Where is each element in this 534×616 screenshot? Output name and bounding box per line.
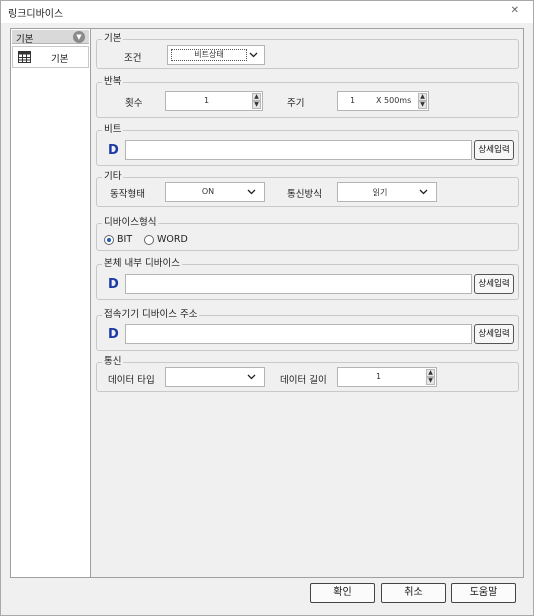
internal-detail-button[interactable]: 상세입력 [474,274,514,294]
count-field[interactable]: 1 ▲ ▼ [165,91,263,111]
bit-radio[interactable] [104,235,114,245]
bit-group: 비트 D 상세입력 [96,124,519,166]
data-length-label: 데이터 길이 [280,375,327,386]
settings-panel: 기본 조건 비트상태 반복 횟수 1 ▲ ▼ 주기 1 X 500ms ▲ ▼ … [90,28,524,578]
communication-legend: 통신 [102,356,124,368]
window-title: 링크디바이스 [8,9,64,20]
data-length-field[interactable]: 1 ▲ ▼ [337,367,437,387]
connected-device-input[interactable] [125,324,472,344]
close-icon[interactable]: ✕ [511,5,519,16]
internal-device-prefix: D [108,277,119,292]
link-device-dialog: 링크디바이스 ✕ 기본 ▼ 기본 기본 조건 비트상태 반복 횟수 1 ▲ ▼ … [0,0,534,616]
condition-select[interactable]: 비트상태 [167,45,265,65]
data-length-spinner[interactable]: ▲ ▼ [426,369,435,385]
data-type-select[interactable] [165,367,265,387]
bit-device-prefix: D [108,143,119,158]
spin-up-icon[interactable]: ▲ [418,93,427,101]
bit-detail-button[interactable]: 상세입력 [474,140,514,160]
internal-device-input[interactable] [125,274,472,294]
sidebar: 기본 ▼ 기본 [10,28,91,578]
period-field[interactable]: 1 X 500ms ▲ ▼ [337,91,429,111]
repeat-legend: 반복 [102,76,124,88]
connected-detail-button[interactable]: 상세입력 [474,324,514,344]
operation-label: 동작형태 [110,189,145,200]
communication-group: 통신 데이터 타입 데이터 길이 1 ▲ ▼ [96,356,519,392]
connected-device-prefix: D [108,327,119,342]
internal-device-group: 본체 내부 디바이스 D 상세입력 [96,258,519,300]
data-type-label: 데이터 타입 [108,375,155,386]
period-value: 1 [350,96,356,105]
bit-radio-label: BIT [117,234,133,245]
chevron-down-icon [419,189,428,195]
bit-legend: 비트 [102,124,124,136]
period-unit: X 500ms [376,96,412,105]
comm-method-select[interactable]: 읽기 [337,182,437,202]
sidebar-header: 기본 ▼ [12,30,89,45]
sidebar-item-basic[interactable]: 기본 [12,46,89,68]
data-length-value: 1 [376,372,382,381]
device-format-group: 디바이스형식 BIT WORD [96,217,519,251]
connected-device-group: 접속기기 디바이스 주소 D 상세입력 [96,309,519,351]
period-label: 주기 [287,98,305,109]
cancel-button[interactable]: 취소 [381,583,446,603]
word-radio-label: WORD [157,234,188,245]
count-label: 횟수 [125,98,143,109]
word-radio[interactable] [144,235,154,245]
sidebar-item-label: 기본 [51,54,69,65]
spin-down-icon[interactable]: ▼ [426,377,435,385]
spin-down-icon[interactable]: ▼ [418,101,427,109]
basic-legend: 기본 [102,33,124,45]
connected-device-legend: 접속기기 디바이스 주소 [102,309,200,321]
repeat-group: 반복 횟수 1 ▲ ▼ 주기 1 X 500ms ▲ ▼ [96,76,519,118]
title-bar: 링크디바이스 ✕ [1,1,533,23]
count-value: 1 [204,96,210,105]
condition-label: 조건 [124,53,142,64]
device-format-legend: 디바이스형식 [102,217,159,229]
bit-device-input[interactable] [125,140,472,160]
chevron-down-icon[interactable]: ▼ [73,31,85,43]
help-button[interactable]: 도움말 [451,583,516,603]
etc-group: 기타 동작형태 ON 통신방식 읽기 [96,171,519,207]
spin-down-icon[interactable]: ▼ [252,101,261,109]
period-spinner[interactable]: ▲ ▼ [418,93,427,109]
count-spinner[interactable]: ▲ ▼ [252,93,261,109]
condition-value: 비트상태 [171,49,247,61]
chevron-down-icon [249,52,258,58]
spin-up-icon[interactable]: ▲ [426,369,435,377]
basic-group: 기본 조건 비트상태 [96,33,519,69]
etc-legend: 기타 [102,171,124,183]
spin-up-icon[interactable]: ▲ [252,93,261,101]
grid-table-icon [18,51,31,63]
comm-method-label: 통신방식 [287,189,322,200]
chevron-down-icon [247,189,256,195]
chevron-down-icon [247,374,256,380]
sidebar-header-label: 기본 [16,34,34,45]
internal-device-legend: 본체 내부 디바이스 [102,258,182,270]
operation-select[interactable]: ON [165,182,265,202]
ok-button[interactable]: 확인 [310,583,375,603]
